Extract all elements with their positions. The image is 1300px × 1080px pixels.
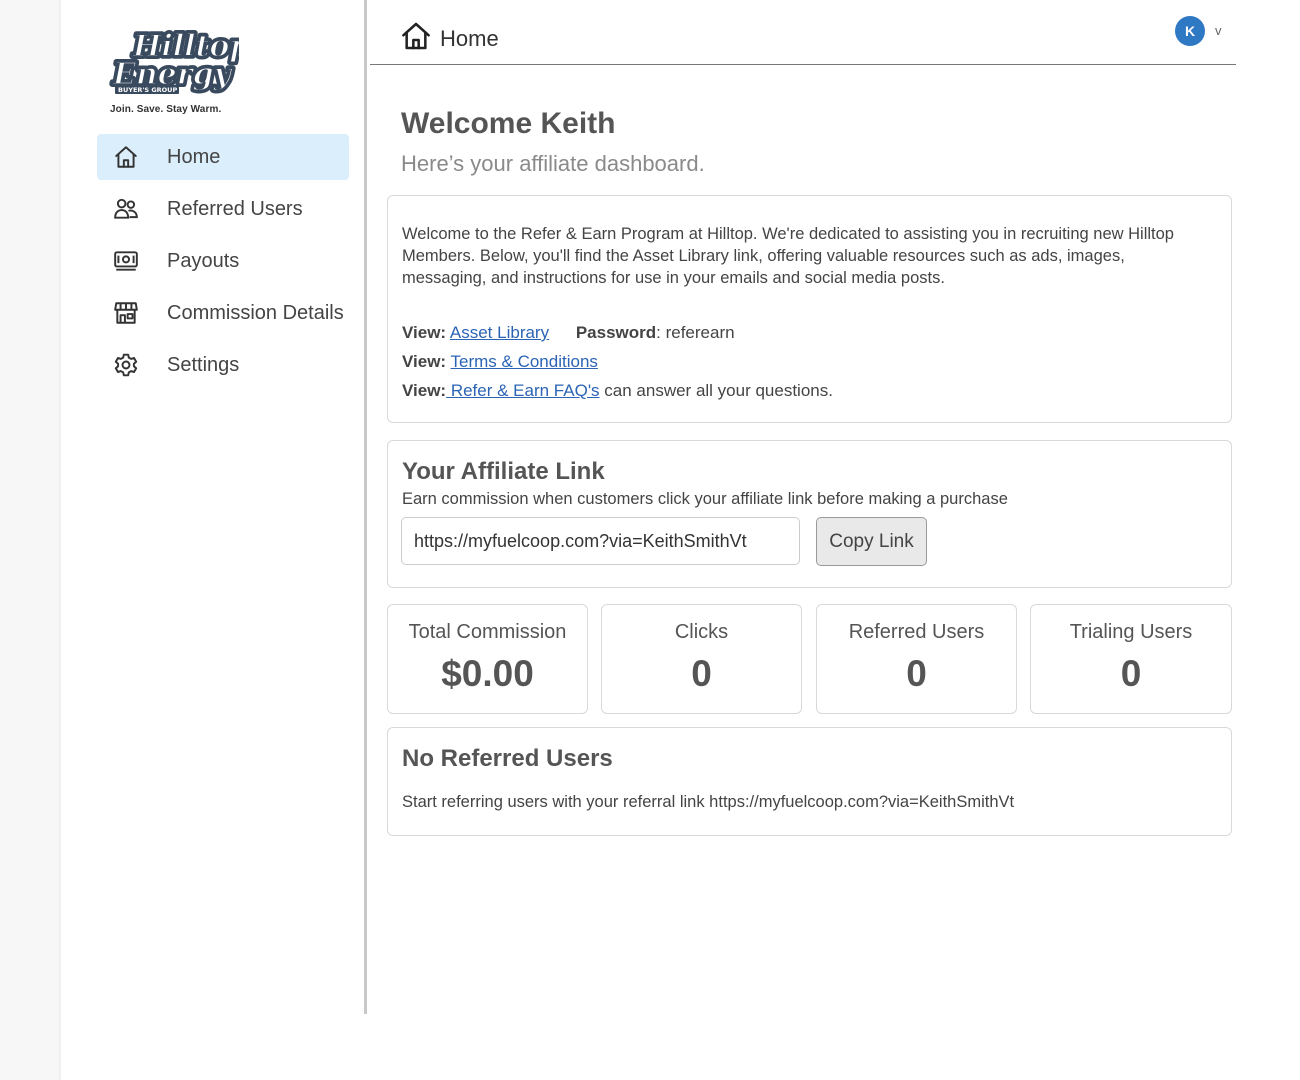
terms-conditions-link[interactable]: Terms & Conditions: [451, 352, 598, 371]
asset-library-link[interactable]: Asset Library: [450, 323, 549, 342]
view-label: View:: [402, 323, 447, 342]
sidebar-item-label: Home: [167, 145, 221, 168]
stat-total-commission: Total Commission $0.00: [387, 604, 588, 714]
stat-trialing-users: Trialing Users 0: [1030, 604, 1232, 714]
sidebar-item-commission-details[interactable]: Commission Details: [97, 290, 349, 336]
sidebar-item-home[interactable]: Home: [97, 134, 349, 180]
avatar[interactable]: K: [1175, 16, 1205, 46]
affiliate-link-input[interactable]: [401, 517, 800, 565]
svg-text:BUYER'S GROUP: BUYER'S GROUP: [118, 86, 177, 94]
sidebar-item-payouts[interactable]: Payouts: [97, 238, 349, 284]
program-info-card: Welcome to the Refer & Earn Program at H…: [387, 195, 1232, 423]
storefront-icon: [113, 300, 139, 326]
stat-value: 0: [1120, 653, 1142, 694]
sidebar-item-label: Settings: [167, 353, 240, 376]
faq-row: View: Refer & Earn FAQ's can answer all …: [402, 381, 833, 401]
sidebar-item-label: Referred Users: [167, 197, 303, 220]
top-header: Home K v: [370, 14, 1236, 65]
sidebar-item-referred-users[interactable]: Referred Users: [97, 186, 349, 232]
page: Hilltop Hilltop Energy Energy BUYER'S GR…: [61, 0, 1300, 1080]
gear-icon: [113, 352, 139, 378]
welcome-heading: Welcome Keith: [401, 107, 616, 140]
referred-users-title: No Referred Users: [402, 745, 613, 772]
password-label: Password: [575, 323, 657, 342]
home-icon: [400, 20, 432, 52]
password-value: : referearn: [656, 323, 735, 342]
view-label: View:: [402, 352, 447, 371]
stat-value: 0: [691, 653, 712, 694]
copy-link-button[interactable]: Copy Link: [816, 517, 927, 566]
users-icon: [113, 196, 139, 222]
stat-value: 0: [906, 653, 927, 694]
referred-users-text: Start referring users with your referral…: [402, 793, 1015, 811]
program-info-text: Welcome to the Refer & Earn Program at H…: [402, 225, 1174, 287]
stat-clicks: Clicks 0: [601, 604, 802, 714]
money-icon: [113, 248, 139, 274]
asset-library-row: View: Asset Library Password: referearn: [402, 323, 735, 343]
stat-label: Clicks: [674, 621, 729, 643]
chevron-down-icon[interactable]: v: [1215, 23, 1222, 38]
sidebar-nav: Home Referred Users Payouts Commission D…: [97, 134, 349, 394]
home-icon: [113, 144, 139, 170]
stat-label: Trialing Users: [1069, 621, 1193, 643]
terms-row: View: Terms & Conditions: [402, 352, 598, 372]
sidebar-item-settings[interactable]: Settings: [97, 342, 349, 388]
welcome-subtitle: Here’s your affiliate dashboard.: [401, 151, 705, 176]
tagline: Join. Save. Stay Warm.: [110, 104, 222, 115]
view-label: View:: [402, 381, 447, 400]
referred-users-card: No Referred Users Start referring users …: [387, 727, 1232, 836]
stat-label: Referred Users: [848, 621, 985, 643]
sidebar-item-label: Commission Details: [167, 301, 344, 324]
stat-label: Total Commission: [408, 621, 567, 643]
stat-referred-users: Referred Users 0: [816, 604, 1017, 714]
stat-value: $0.00: [441, 653, 534, 694]
sidebar-item-label: Payouts: [167, 249, 240, 272]
affiliate-link-card: Your Affiliate Link Earn commission when…: [387, 440, 1232, 588]
faq-link[interactable]: Refer & Earn FAQ's: [446, 381, 600, 400]
affiliate-link-description: Earn commission when customers click you…: [402, 490, 1008, 508]
page-title: Home: [440, 26, 499, 51]
affiliate-link-title: Your Affiliate Link: [402, 458, 605, 485]
faq-suffix: can answer all your questions.: [599, 381, 833, 400]
sidebar: Hilltop Hilltop Energy Energy BUYER'S GR…: [61, 0, 367, 1014]
